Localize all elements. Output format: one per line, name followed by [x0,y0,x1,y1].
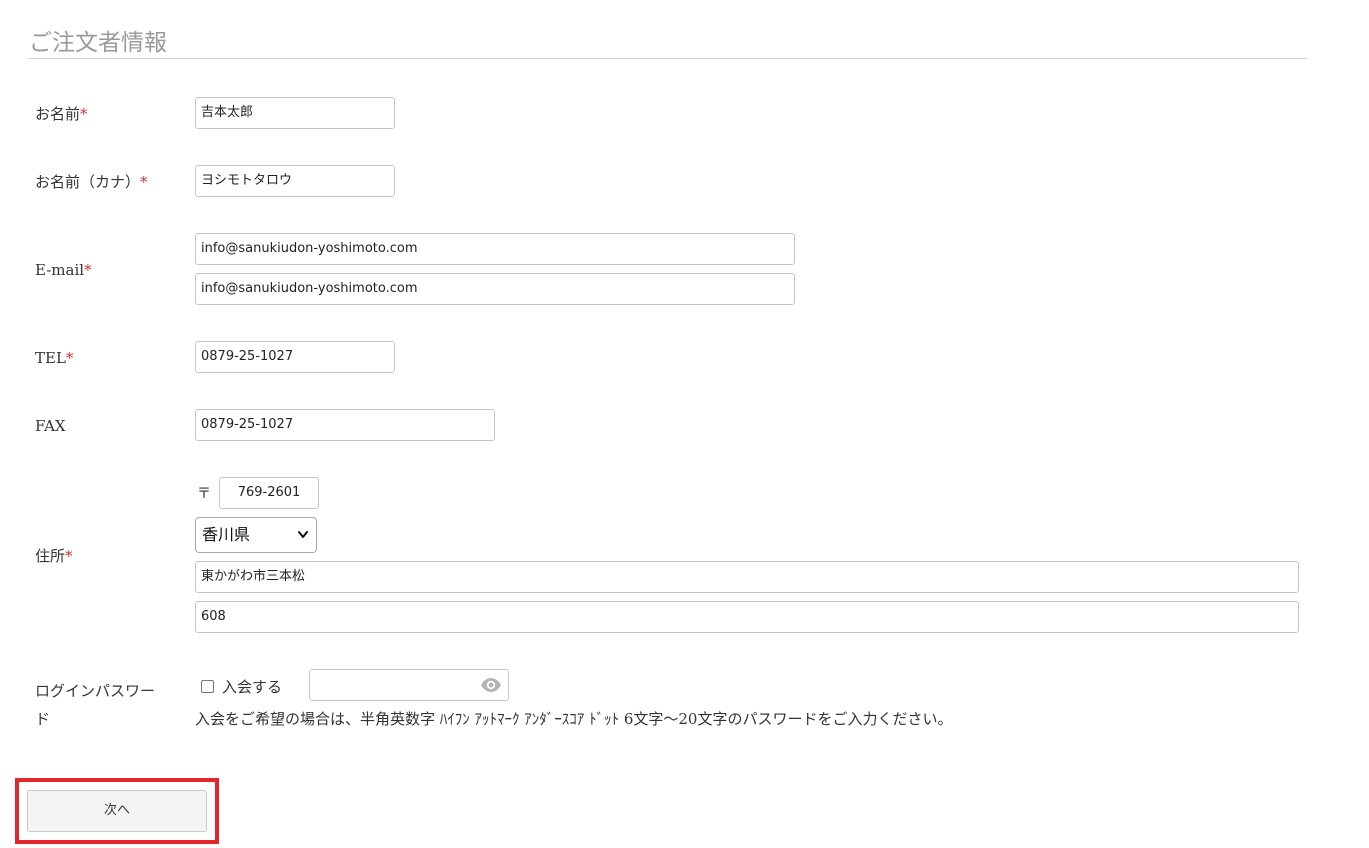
password-label: ログインパスワー ド [35,677,155,733]
email-confirm-input[interactable]: info@sanukiudon-yoshimoto.com [195,273,795,305]
name-label-text: お名前 [35,105,81,123]
kana-label-text: お名前（カナ） [35,173,141,191]
fax-label: FAX [35,416,66,436]
section-title: ご注文者情報 [28,28,1307,59]
email-label: E-mail* [35,260,92,280]
fax-input[interactable]: 0879-25-1027 [195,409,495,441]
password-input[interactable] [309,669,509,701]
address-line1-input[interactable]: 東かがわ市三本松 [195,561,1299,593]
tel-input[interactable]: 0879-25-1027 [195,341,395,373]
join-checkbox[interactable] [201,679,214,693]
password-label-line1: ログインパスワー [35,682,156,700]
prefecture-select[interactable]: 香川県 [195,517,317,553]
tel-label-text: TEL [35,349,66,367]
kana-input[interactable]: ヨシモトタロウ [195,165,395,197]
required-mark: * [140,173,148,191]
chevron-down-icon [298,531,308,538]
postal-mark-icon: 〒 [197,486,211,502]
address-line2-input[interactable]: 608 [195,601,1299,633]
address-label: 住所* [35,546,73,566]
fax-label-text: FAX [35,417,66,435]
email-input[interactable]: info@sanukiudon-yoshimoto.com [195,233,795,265]
address-label-text: 住所 [35,547,66,565]
password-help-text: 入会をご希望の場合は、半角英数字 ﾊｲﾌﾝ ｱｯﾄﾏｰｸ ｱﾝﾀﾞｰｽｺｱ ﾄﾞ… [195,710,953,728]
required-mark: * [65,349,74,367]
name-input[interactable]: 吉本太郎 [195,97,395,129]
required-mark: * [84,261,92,279]
prefecture-selected: 香川県 [202,525,251,544]
email-label-text: E-mail [35,261,85,279]
required-mark: * [65,547,73,565]
kana-label: お名前（カナ）* [35,172,148,192]
tel-label: TEL* [35,348,73,368]
next-button[interactable]: 次へ [27,790,207,832]
password-label-line2: ド [35,710,51,728]
join-checkbox-group[interactable]: 入会する [201,676,282,697]
eye-icon[interactable] [480,677,502,693]
name-label: お名前* [35,104,88,124]
required-mark: * [80,105,88,123]
zip-input[interactable]: 769-2601 [219,477,319,509]
join-checkbox-label[interactable]: 入会する [222,676,282,697]
